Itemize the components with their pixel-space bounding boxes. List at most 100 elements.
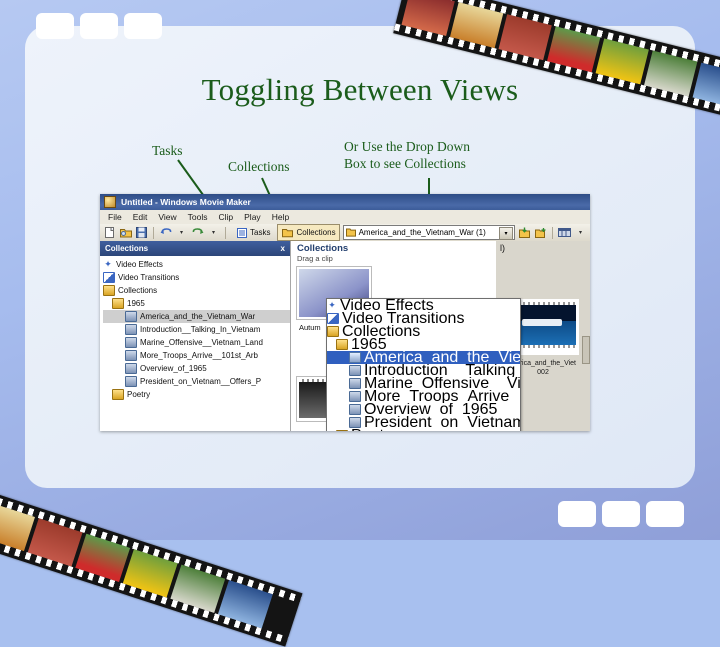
menu-item-edit[interactable]: Edit [133,212,148,222]
menu-item-tools[interactable]: Tools [188,212,208,222]
clip-icon [349,365,361,376]
film-frame [646,501,684,527]
film-frame [36,13,74,39]
tree-item[interactable]: President_on_Vietnam__Offers_P [103,375,290,388]
collections-tree-pane: Collections x ✦ Video Effects Video Transi… [100,241,291,431]
tree-item-label: More_Troops_Arrive__101st_Arb [140,351,258,360]
tree-item[interactable]: Marine_Offensive__Vietnam_Land [103,336,290,349]
collections-dropdown-list[interactable]: ✦ Video Effects Video Transitions Collectio… [326,298,521,431]
tree-item[interactable]: President_on_Vietnam__Offers_Peaces_ [327,416,520,429]
tasks-icon [235,226,248,239]
tree-item[interactable]: ✦ Video Effects [103,258,290,271]
undo-dropdown-icon[interactable]: ▾ [175,226,188,239]
tree-item-label: Collections [118,286,158,295]
clip-icon [125,324,137,335]
clip-icon [125,363,137,374]
tree-item[interactable]: 1965 [103,297,290,310]
window-body: Collections x ✦ Video Effects Video Transi… [100,241,590,431]
tree-item-label: Marine_Offensive__Vietnam_Land [140,338,263,347]
clip-icon [125,350,137,361]
tree-item[interactable]: More_Troops_Arrive__101st Airborne L [327,390,520,403]
callout-dropdown-line1: Or Use the Drop Down [344,139,470,154]
clip-icon [349,391,361,402]
folder-icon [327,326,339,337]
tree-item[interactable]: Poetry [327,429,520,431]
tree-item[interactable]: Overview_of_1965 [327,403,520,416]
tree-item[interactable]: Video Transitions [327,312,520,325]
save-project-icon[interactable] [135,226,148,239]
window-title-bar: Untitled - Windows Movie Maker [100,194,590,210]
tree-item[interactable]: Introduction__Talking_In_Vietnam [103,323,290,336]
windows-movie-maker-window: Untitled - Windows Movie Maker File Edit… [100,194,590,431]
clip-icon [349,404,361,415]
tree-item-label: Introduction__Talking_In_Vietnam_to_S [364,364,520,377]
import-icon[interactable] [518,226,531,239]
open-project-icon[interactable] [119,226,132,239]
clip-icon [125,311,137,322]
callout-tasks: Tasks [152,143,183,158]
tree-item-label: Video Transitions [342,312,465,325]
redo-dropdown-icon[interactable]: ▾ [207,226,220,239]
clip-icon [125,376,137,387]
folder-icon [112,298,124,309]
star-icon: ✦ [328,300,336,310]
tree-item-label: 1965 [127,299,145,308]
tree-item[interactable]: Overview_of_1965 [103,362,290,375]
tree-item-label: Video Effects [116,260,163,269]
scrollbar-thumb[interactable] [582,336,590,364]
transition-icon [103,272,115,283]
tree-item-label: Video Transitions [118,273,180,282]
collections-button[interactable]: Collections [277,224,340,241]
tree-item[interactable]: America_and_the_Vietnam_War [103,310,290,323]
film-frames-top-left [36,13,162,39]
tree-item-label: President_on_Vietnam__Offers_Peaces_ [364,416,520,429]
menu-item-file[interactable]: File [108,212,122,222]
film-frame [602,501,640,527]
clip-caption: Autum [299,323,321,332]
menu-item-play[interactable]: Play [244,212,261,222]
new-project-icon[interactable] [103,226,116,239]
new-collection-icon[interactable] [534,226,547,239]
collections-pane-header: Collections x [100,241,290,256]
tree-item[interactable]: More_Troops_Arrive__101st_Arb [103,349,290,362]
slide-background: Toggling Between Views Tasks Collections… [0,0,720,647]
tree-item[interactable]: ✦ Video Effects [327,299,520,312]
monitor-partial-text: l) [500,243,505,253]
contents-pane-subtext: Drag a clip [297,254,333,263]
collection-folder-icon [345,228,356,237]
chevron-down-icon[interactable]: ▾ [499,227,513,240]
collections-button-label: Collections [296,228,336,237]
tree-item[interactable]: Marine_Offensive__Vietnam_Landing_Fo [327,377,520,390]
movie-maker-icon [104,196,116,208]
tree-item[interactable]: Collections [103,284,290,297]
menu-item-view[interactable]: View [158,212,176,222]
tasks-button[interactable]: Tasks [231,224,274,241]
window-title-text: Untitled - Windows Movie Maker [121,197,251,207]
view-layout-icon[interactable] [558,226,571,239]
menu-bar: File Edit View Tools Clip Play Help [100,210,590,224]
undo-icon[interactable] [159,226,172,239]
collections-combo-box[interactable]: America_and_the_Vietnam_War (1) ▾ [342,225,515,240]
collections-tree[interactable]: ✦ Video Effects Video Transitions Collectio… [100,256,290,401]
transition-icon [327,313,339,324]
tree-item[interactable]: Introduction__Talking_In_Vietnam_to_S [327,364,520,377]
close-icon[interactable]: x [281,244,285,253]
menu-item-clip[interactable]: Clip [218,212,233,222]
tree-item[interactable]: Poetry [103,388,290,401]
film-frame [558,501,596,527]
tree-item[interactable]: Collections [327,325,520,338]
callout-collections: Collections [228,159,290,174]
clip-icon [349,352,361,363]
contents-pane-title: Collections [297,243,349,254]
view-layout-dropdown-icon[interactable]: ▾ [574,226,587,239]
tree-item[interactable]: Video Transitions [103,271,290,284]
tree-item[interactable]: 1965 [327,338,520,351]
film-frame [80,13,118,39]
menu-item-help[interactable]: Help [272,212,289,222]
tree-item[interactable]: America_and_the_Vietnam_War (1) [327,351,520,364]
collections-pane-title: Collections [105,244,149,253]
redo-icon[interactable] [191,226,204,239]
tree-item-label: Overview_of_1965 [364,403,498,416]
tree-item-label: Overview_of_1965 [140,364,207,373]
tree-item-label: More_Troops_Arrive__101st Airborne L [364,390,520,403]
